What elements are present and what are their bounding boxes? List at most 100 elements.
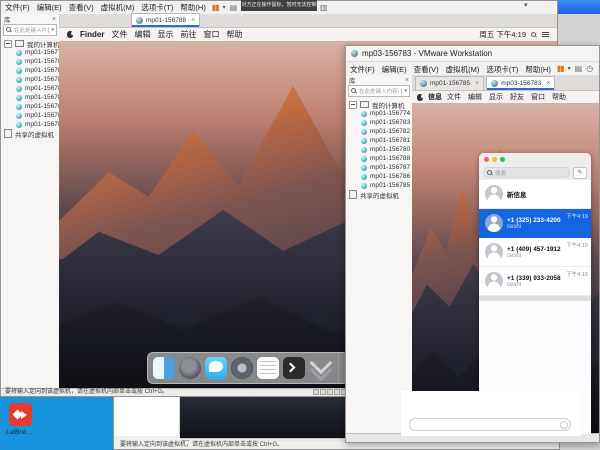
close-icon[interactable]: × [475, 80, 479, 87]
menu-item[interactable]: 编辑(E) [37, 2, 62, 13]
macos-menu-item[interactable]: 显示 [489, 92, 503, 102]
vm-list-item[interactable]: mp01-156783 [349, 118, 412, 127]
launchpad-icon[interactable] [179, 357, 201, 379]
notification-center-icon[interactable] [542, 32, 549, 38]
macos-menu-item[interactable]: 帮助 [226, 29, 242, 40]
tree-collapse-icon[interactable] [349, 101, 357, 109]
tree-collapse-icon[interactable] [4, 40, 12, 48]
vm-list-item[interactable]: mp01-156781 [4, 75, 59, 84]
search-input[interactable]: 搜索 [483, 167, 570, 178]
ctrl-alt-del-icon[interactable]: ▤ [575, 65, 583, 73]
vm-list-item[interactable]: mp01-156781 [349, 136, 412, 145]
ctrl-alt-del-icon[interactable]: ▤ [230, 4, 238, 12]
menu-item[interactable]: 虚拟机(M) [446, 64, 480, 75]
textedit-icon[interactable] [257, 357, 279, 379]
finder-icon[interactable] [153, 357, 175, 379]
menu-item[interactable]: 查看(V) [414, 64, 439, 75]
conversation-row[interactable]: 新信息 [479, 180, 591, 209]
vm-list-item[interactable]: mp01-156788 [349, 154, 412, 163]
close-icon[interactable]: × [405, 77, 409, 84]
apple-icon[interactable] [417, 94, 423, 101]
vm-list-item[interactable]: mp01-156786 [349, 172, 412, 181]
macos-menu-item[interactable]: 编辑 [468, 92, 482, 102]
thumbnail-bar-icon[interactable]: ▥ [320, 4, 328, 12]
network-icon[interactable] [327, 389, 333, 395]
menu-item[interactable]: 选项卡(T) [486, 64, 518, 75]
vm-list-item[interactable]: mp01-156788 [4, 93, 59, 102]
vm-list-item[interactable]: mp01-156782 [349, 127, 412, 136]
conversation-row[interactable]: +1 (339) 933-2058 ceshi 下午4:19 [479, 267, 591, 296]
tree-root-my-computer[interactable]: 我的计算机 [349, 100, 412, 109]
vm-display-macos[interactable]: 信息 文件编辑显示好友窗口帮助 搜索 ✎ [412, 91, 599, 434]
tree-shared-vms[interactable]: 共享的虚拟机 [4, 129, 59, 138]
macos-menu-item[interactable]: 显示 [157, 29, 173, 40]
remote-app-icon[interactable] [9, 403, 32, 426]
preferences-icon[interactable] [231, 357, 253, 379]
macos-app-name[interactable]: 信息 [428, 92, 442, 102]
zoom-traffic-light[interactable] [500, 157, 505, 162]
chevron-down-icon[interactable]: ▾ [401, 88, 407, 94]
macos-menu-item[interactable]: 帮助 [552, 92, 566, 102]
library-search-input[interactable]: 在此处键入内容进行搜索 ▾ [3, 24, 57, 36]
message-input[interactable] [409, 418, 571, 431]
menu-item[interactable]: 帮助(H) [525, 64, 550, 75]
close-icon[interactable]: × [52, 16, 56, 23]
macos-menu-item[interactable]: 前往 [180, 29, 196, 40]
vm-list-item[interactable]: mp01-156780 [4, 84, 59, 93]
vm-list-item[interactable]: mp01-156780 [349, 145, 412, 154]
menu-item[interactable]: 文件(F) [5, 2, 30, 13]
spotlight-icon[interactable] [531, 32, 537, 38]
vm-list-item[interactable]: mp01-156774 [349, 109, 412, 118]
snapshot-clock-icon[interactable]: ◷ [586, 65, 593, 73]
chevron-down-icon[interactable]: ▾ [223, 5, 226, 11]
macos-menu-item[interactable]: 文件 [111, 29, 127, 40]
pause-icon[interactable]: ▮▮ [212, 4, 219, 12]
vm-list-item[interactable]: mp01-156774 [4, 48, 59, 57]
tab-mp01-156785[interactable]: mp01-156785 × [415, 76, 484, 90]
tree-root-my-computer[interactable]: 我的计算机 [4, 39, 59, 48]
vm-list-item[interactable]: mp01-156787 [349, 163, 412, 172]
conversation-row[interactable]: +1 (409) 457-1912 ceshi 下午4:19 [479, 238, 591, 267]
messages-titlebar[interactable] [479, 153, 591, 165]
conversation-row[interactable]: +1 (325) 233-4200 ceshi 下午4:19 [479, 209, 591, 238]
close-traffic-light[interactable] [484, 157, 489, 162]
harddisk-icon[interactable] [313, 389, 319, 395]
menu-item[interactable]: 查看(V) [69, 2, 94, 13]
library-panel: 库 × 在此处键入内容进行搜索 ▾ 我的计算机 mp0 [346, 75, 413, 434]
window-titlebar[interactable]: mp03-156783 - VMware Workstation [346, 46, 599, 62]
menu-item[interactable]: 文件(F) [350, 64, 375, 75]
apple-icon[interactable] [67, 31, 73, 38]
terminal-icon[interactable] [283, 357, 305, 379]
macos-app-name[interactable]: Finder [80, 30, 104, 39]
minimize-traffic-light[interactable] [492, 157, 497, 162]
close-icon[interactable]: × [546, 80, 550, 87]
tab-mp03-156783[interactable]: mp03-156783 × [486, 76, 555, 90]
vm-list-item[interactable]: mp01-156787 [4, 102, 59, 111]
menu-item[interactable]: 虚拟机(M) [101, 2, 135, 13]
menu-item[interactable]: 编辑(E) [382, 64, 407, 75]
pause-icon[interactable]: ▮▮ [557, 65, 564, 73]
macos-menu-item[interactable]: 窗口 [203, 29, 219, 40]
chevron-down-icon[interactable]: ▾ [524, 1, 528, 9]
library-search-input[interactable]: 在此处键入内容进行搜索 ▾ [348, 85, 410, 97]
menu-item[interactable]: 帮助(H) [180, 2, 205, 13]
cdrom-icon[interactable] [320, 389, 326, 395]
close-icon[interactable]: × [191, 17, 195, 24]
macos-menu-item[interactable]: 编辑 [134, 29, 150, 40]
compose-new-message-button[interactable]: ✎ [573, 167, 587, 179]
tab-mp01-156788[interactable]: mp01-156788 × [131, 13, 200, 27]
chevron-down-icon[interactable]: ▾ [48, 27, 54, 33]
macos-menu-item[interactable]: 文件 [447, 92, 461, 102]
usb-icon[interactable] [334, 389, 340, 395]
tree-shared-vms[interactable]: 共享的虚拟机 [349, 190, 412, 199]
menubar-clock: 周五 下午4:19 [479, 29, 526, 40]
installer-icon[interactable] [309, 357, 331, 379]
vm-list-item[interactable]: mp01-156783 [4, 57, 59, 66]
macos-menu-item[interactable]: 好友 [510, 92, 524, 102]
messages-icon[interactable] [205, 357, 227, 379]
vm-list-item[interactable]: mp01-156786 [4, 111, 59, 120]
chevron-down-icon[interactable]: ▾ [568, 66, 571, 72]
macos-menu-item[interactable]: 窗口 [531, 92, 545, 102]
menu-item[interactable]: 选项卡(T) [141, 2, 173, 13]
vm-list-item[interactable]: mp01-156782 [4, 66, 59, 75]
